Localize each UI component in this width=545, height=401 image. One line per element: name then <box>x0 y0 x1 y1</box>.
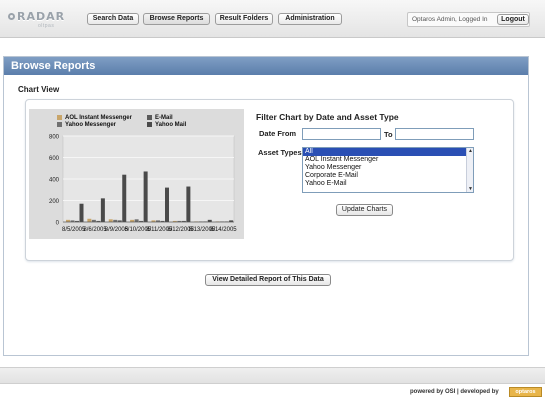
y-tick-label: 800 <box>49 135 60 141</box>
legend-label: E-Mail <box>155 115 173 121</box>
chart-area: 0 200 400 600 800 AOL Instant Messenger E-Mail… <box>29 109 244 239</box>
scroll-up-icon[interactable]: ▲ <box>468 148 473 154</box>
y-tick-label: 600 <box>49 156 60 162</box>
app-logo[interactable]: RADAR oltpas <box>8 10 78 32</box>
to-label: To <box>384 130 393 139</box>
x-tick-label: 8/14/2005 <box>210 227 237 233</box>
bar <box>87 218 92 222</box>
page-title: Browse Reports <box>11 60 96 72</box>
nav-result-folders[interactable]: Result Folders <box>215 13 273 25</box>
date-from-label: Date From <box>259 129 297 138</box>
asset-option-corporate-email[interactable]: Corporate E-Mail <box>303 172 473 180</box>
legend-label: AOL Instant Messenger <box>65 115 133 121</box>
asset-types-label: Asset Types <box>258 148 302 157</box>
date-from-input[interactable] <box>302 128 381 140</box>
nav-browse-reports[interactable]: Browse Reports <box>143 13 210 25</box>
nav-administration[interactable]: Administration <box>278 13 342 25</box>
bar <box>122 174 127 222</box>
view-detailed-report-button[interactable]: View Detailed Report of This Data <box>205 274 331 286</box>
bar <box>100 198 105 222</box>
logo-text: RADAR <box>17 10 66 23</box>
listbox-scrollbar[interactable]: ▲ ▼ <box>466 148 473 192</box>
bar <box>79 203 84 222</box>
y-tick-label: 400 <box>49 178 60 184</box>
legend-swatch <box>57 122 62 127</box>
legend-swatch <box>57 115 62 120</box>
bar <box>165 187 169 222</box>
y-tick-label: 200 <box>49 199 60 205</box>
asset-option-all[interactable]: All <box>303 148 473 156</box>
radar-logo-icon <box>8 13 15 20</box>
legend-swatch <box>147 115 152 120</box>
nav-search-data[interactable]: Search Data <box>87 13 139 25</box>
scroll-down-icon[interactable]: ▼ <box>468 186 473 192</box>
panel-header: Browse Reports <box>4 57 528 75</box>
login-status: Optaros Admin, Logged In <box>412 16 488 23</box>
powered-by-text: powered by OSI | developed by <box>410 389 499 395</box>
bar-chart: 0 200 400 600 800 AOL Instant Messenger E-Mail… <box>49 115 237 233</box>
bar <box>134 219 139 222</box>
asset-option-yahoo-email[interactable]: Yahoo E-Mail <box>303 180 473 188</box>
update-charts-button[interactable]: Update Charts <box>336 204 393 216</box>
footer-strip <box>0 367 545 384</box>
logo-subtext: oltpas <box>38 23 55 29</box>
logout-button[interactable]: Logout <box>497 14 529 25</box>
asset-option-yahoo-messenger[interactable]: Yahoo Messenger <box>303 164 473 172</box>
asset-option-aol[interactable]: AOL Instant Messenger <box>303 156 473 164</box>
date-to-input[interactable] <box>395 128 474 140</box>
top-bar: RADAR oltpas Search Data Browse Reports … <box>0 0 545 38</box>
user-box: Optaros Admin, Logged In Logout <box>407 12 530 27</box>
bar <box>143 171 148 222</box>
legend-swatch <box>147 122 152 127</box>
chart-view-label: Chart View <box>18 85 60 94</box>
browse-reports-panel: Browse Reports Chart View 0 200 400 600 800 A… <box>3 56 529 356</box>
legend-label: Yahoo Messenger <box>65 122 117 128</box>
bar <box>108 219 113 222</box>
chart-view-box: 0 200 400 600 800 AOL Instant Messenger E-Mail… <box>25 99 514 261</box>
bar <box>186 186 191 222</box>
developer-badge[interactable]: optaros <box>509 387 542 397</box>
legend-label: Yahoo Mail <box>155 122 187 128</box>
filter-title: Filter Chart by Date and Asset Type <box>256 112 399 122</box>
asset-types-listbox[interactable]: All AOL Instant Messenger Yahoo Messenge… <box>302 147 474 193</box>
y-tick-label: 0 <box>56 221 60 227</box>
